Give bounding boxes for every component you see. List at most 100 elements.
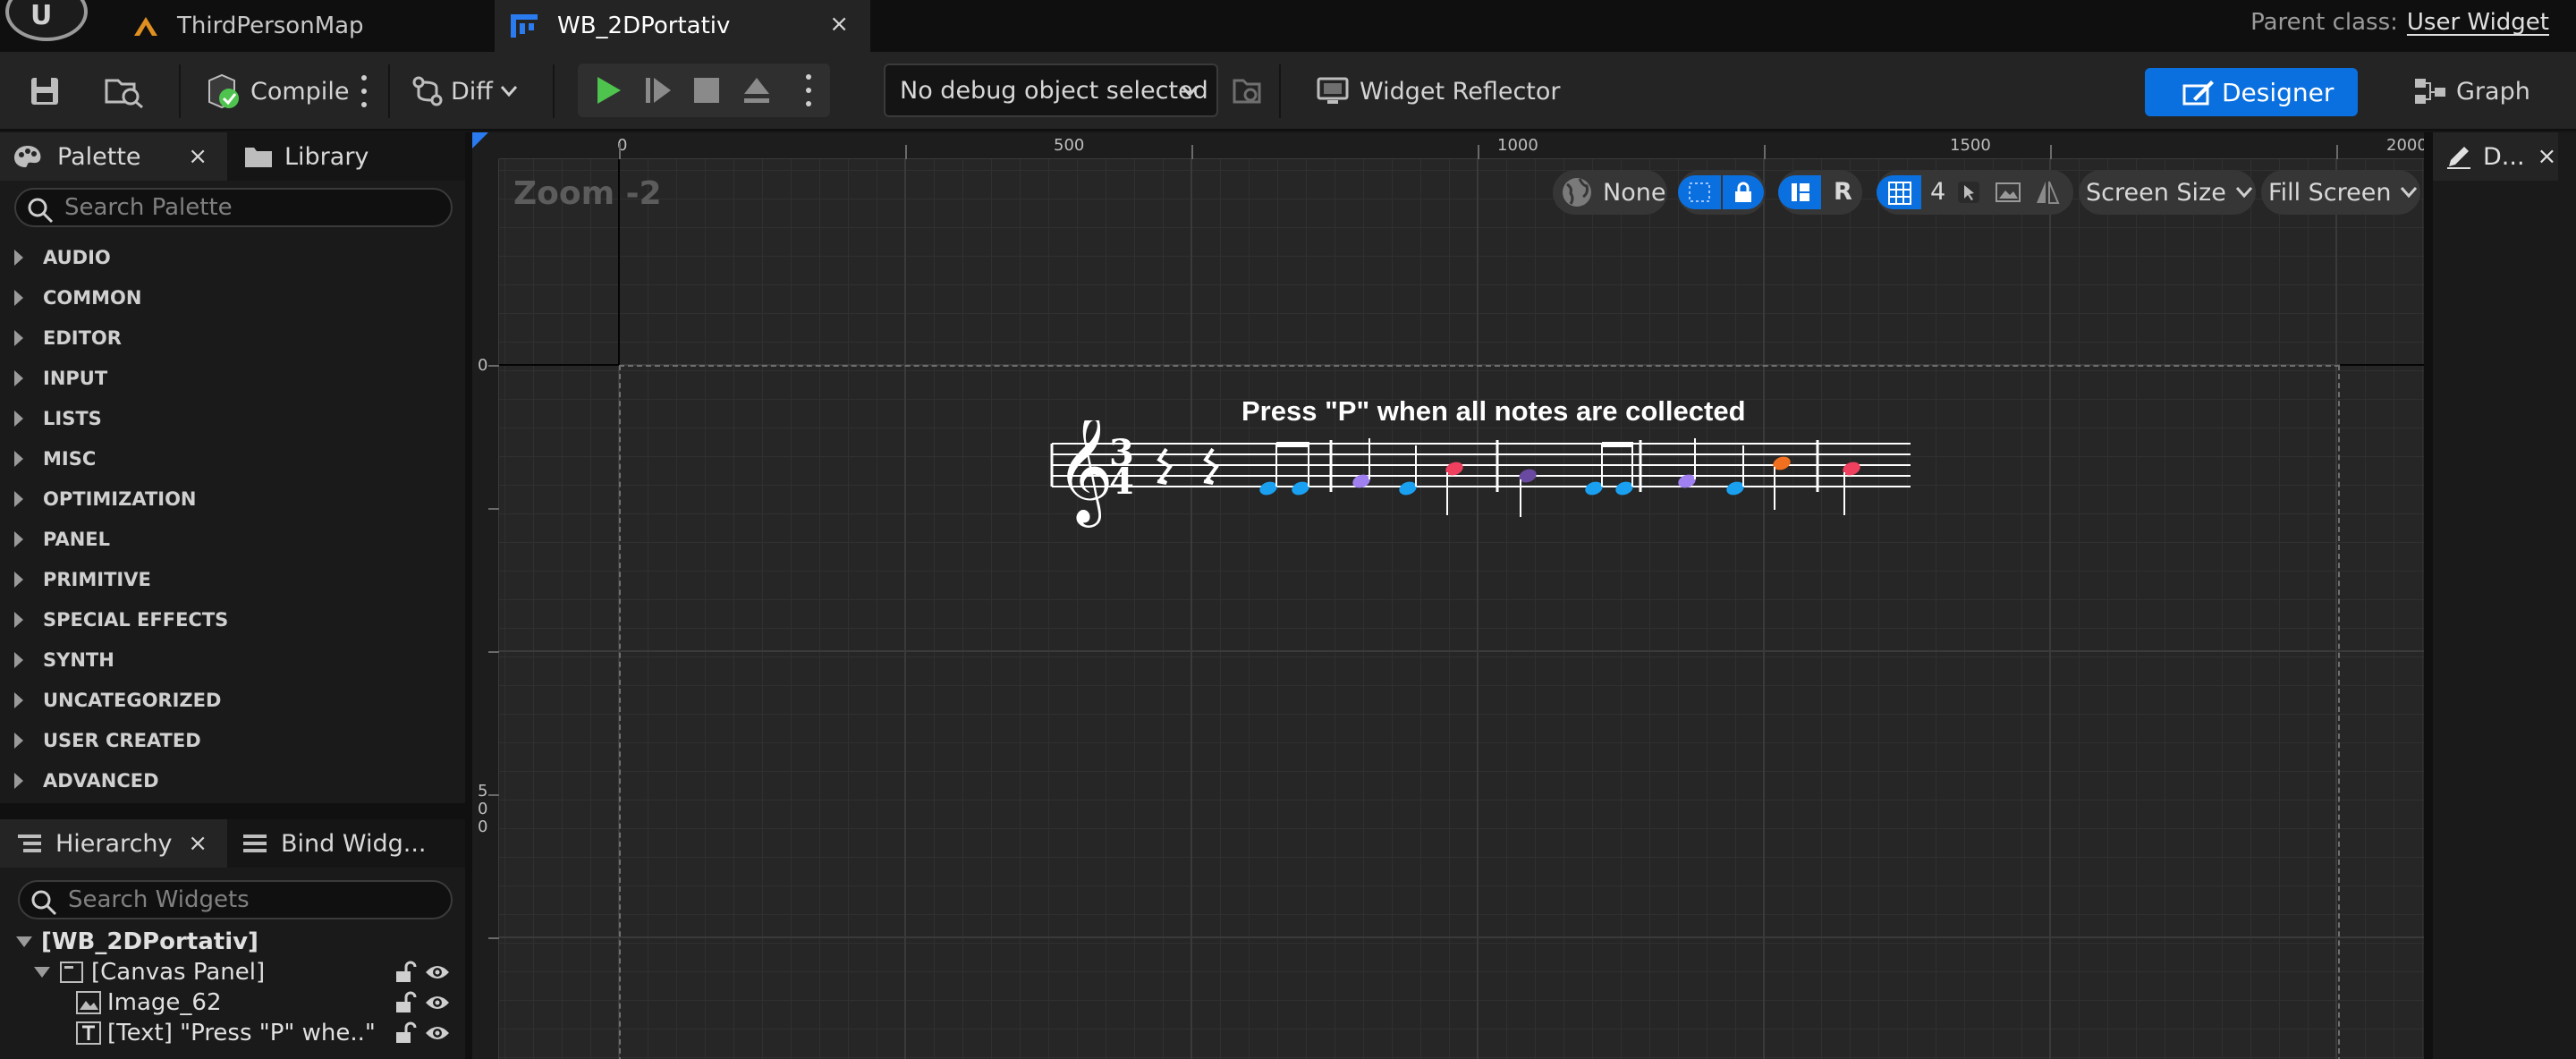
expand-arrow-icon (14, 330, 23, 346)
screen-size-dropdown[interactable]: Screen Size (2079, 170, 2256, 215)
panel-splitter[interactable] (0, 803, 465, 819)
category-input[interactable]: INPUT (0, 359, 465, 398)
visibility-eye-icon[interactable] (424, 993, 451, 1012)
tree-row-root[interactable]: [WB_2DPortativ] (0, 927, 465, 957)
rtl-toggle[interactable]: R (1834, 178, 1852, 206)
globe-icon (1563, 178, 1591, 207)
tab-library[interactable]: Library (234, 132, 431, 181)
save-button[interactable] (29, 52, 61, 131)
close-tab-icon[interactable]: × (829, 11, 849, 38)
tab-wb-2dportativ[interactable]: WB_2DPortativ × (495, 0, 870, 52)
grid-snap-toggle[interactable] (1877, 175, 1921, 209)
unreal-logo-icon[interactable]: U (5, 0, 88, 41)
category-lists[interactable]: LISTS (0, 399, 465, 438)
category-panel[interactable]: PANEL (0, 520, 465, 559)
category-uncategorized[interactable]: UNCATEGORIZED (0, 681, 465, 720)
category-label: ADVANCED (43, 770, 159, 792)
widget-reflector-button[interactable]: Widget Reflector (1315, 52, 1561, 131)
tab-palette[interactable]: Palette × (0, 132, 227, 181)
ruler-label: 1000 (1497, 136, 1538, 155)
hierarchy-list-icon (18, 834, 41, 852)
widget-reflector-label: Widget Reflector (1360, 77, 1561, 106)
visibility-eye-icon[interactable] (424, 962, 451, 982)
widget-search-input[interactable]: Search Widgets (18, 880, 453, 919)
dotted-box-icon (1689, 182, 1710, 202)
graph-mode-button[interactable]: Graph (2413, 52, 2530, 131)
step-frame-icon[interactable] (642, 74, 674, 106)
play-controls (578, 64, 830, 117)
category-primitive[interactable]: PRIMITIVE (0, 560, 465, 599)
localization-preview-button[interactable]: None (1553, 170, 1667, 215)
tree-row-image[interactable]: Image_62 (0, 987, 465, 1018)
parent-class-link[interactable]: User Widget (2407, 9, 2549, 36)
close-tab-icon[interactable]: × (188, 143, 208, 170)
tab-hierarchy[interactable]: Hierarchy × (0, 819, 227, 868)
panel-splitter[interactable] (465, 132, 472, 1059)
tree-row-label: [Canvas Panel] (91, 959, 266, 986)
category-special-effects[interactable]: SPECIAL EFFECTS (0, 600, 465, 640)
category-misc[interactable]: MISC (0, 439, 465, 479)
flow-layout-icon (1792, 183, 1809, 201)
designer-label: Designer (2222, 77, 2334, 107)
flow-layout-toggle[interactable] (1778, 175, 1821, 209)
collapse-arrow-icon[interactable] (34, 967, 50, 978)
category-user-created[interactable]: USER CREATED (0, 721, 465, 760)
grid-snap-value[interactable]: 4 (1930, 178, 1945, 206)
text-widget-icon (76, 1021, 101, 1045)
palette-panel: Palette × Library Search Palette AUDIO C… (0, 132, 465, 803)
diff-button[interactable]: Diff (410, 52, 518, 131)
category-label: PRIMITIVE (43, 569, 151, 590)
category-editor[interactable]: EDITOR (0, 318, 465, 358)
category-optimization[interactable]: OPTIMIZATION (0, 479, 465, 519)
palette-search-input[interactable]: Search Palette (14, 188, 453, 227)
category-label: COMMON (43, 287, 142, 309)
category-audio[interactable]: AUDIO (0, 238, 465, 277)
debug-object-select[interactable]: No debug object selected (884, 64, 1218, 117)
debug-filter-button[interactable] (1231, 52, 1263, 131)
compile-button[interactable]: Compile (202, 52, 349, 131)
image-preview-icon[interactable] (1995, 181, 2021, 204)
pencil-icon (2447, 147, 2470, 169)
designer-mode-button[interactable]: Designer (2145, 68, 2358, 116)
debug-select-value: No debug object selected (900, 76, 1208, 105)
tab-thirdpersonmap[interactable]: ThirdPersonMap (116, 0, 492, 52)
fill-screen-dropdown[interactable]: Fill Screen (2261, 170, 2420, 215)
tree-row-canvas-panel[interactable]: [Canvas Panel] (0, 957, 465, 987)
expand-arrow-icon (14, 250, 23, 266)
visibility-eye-icon[interactable] (424, 1023, 451, 1043)
compile-status-icon (208, 73, 239, 109)
respect-locks-toggle[interactable] (1678, 175, 1721, 209)
title-bar: U ThirdPersonMap WB_2DPortativ × Parent … (0, 0, 2576, 52)
collapse-arrow-icon[interactable] (16, 936, 32, 947)
play-options-icon[interactable] (805, 74, 812, 106)
stop-icon[interactable] (692, 76, 721, 105)
category-advanced[interactable]: ADVANCED (0, 761, 465, 801)
tab-bind-widgets[interactable]: Bind Widg... (234, 819, 458, 868)
unlock-icon[interactable] (394, 1021, 417, 1045)
tree-row-text[interactable]: [Text] "Press "P" whe.." (0, 1018, 465, 1048)
mirror-icon[interactable] (2034, 179, 2061, 206)
cursor-select-icon[interactable] (1957, 181, 1980, 204)
unlock-icon[interactable] (394, 991, 417, 1014)
category-label: MISC (43, 448, 97, 470)
unlock-icon[interactable] (394, 961, 417, 984)
close-tab-icon[interactable]: × (2538, 143, 2557, 170)
measure-4-notes (1678, 438, 1791, 510)
tab-label: Hierarchy (55, 829, 173, 858)
category-synth[interactable]: SYNTH (0, 640, 465, 680)
eject-icon[interactable] (741, 74, 773, 106)
tab-details[interactable]: D... × (2433, 132, 2558, 181)
time-signature-bottom: 4 (1109, 461, 1134, 503)
expand-arrow-icon (14, 652, 23, 668)
ruler-label: 0 (478, 800, 488, 818)
category-common[interactable]: COMMON (0, 278, 465, 318)
expand-arrow-icon (14, 411, 23, 427)
lock-toggle[interactable] (1723, 175, 1764, 209)
compile-options-icon[interactable] (360, 75, 368, 107)
browse-button[interactable] (104, 52, 145, 131)
measure-1-notes (1259, 442, 1309, 496)
panel-splitter[interactable] (2424, 132, 2433, 1059)
play-icon[interactable] (592, 74, 624, 106)
music-staff-image[interactable]: 𝄞 3 4 (1046, 420, 1923, 537)
close-tab-icon[interactable]: × (188, 830, 208, 857)
